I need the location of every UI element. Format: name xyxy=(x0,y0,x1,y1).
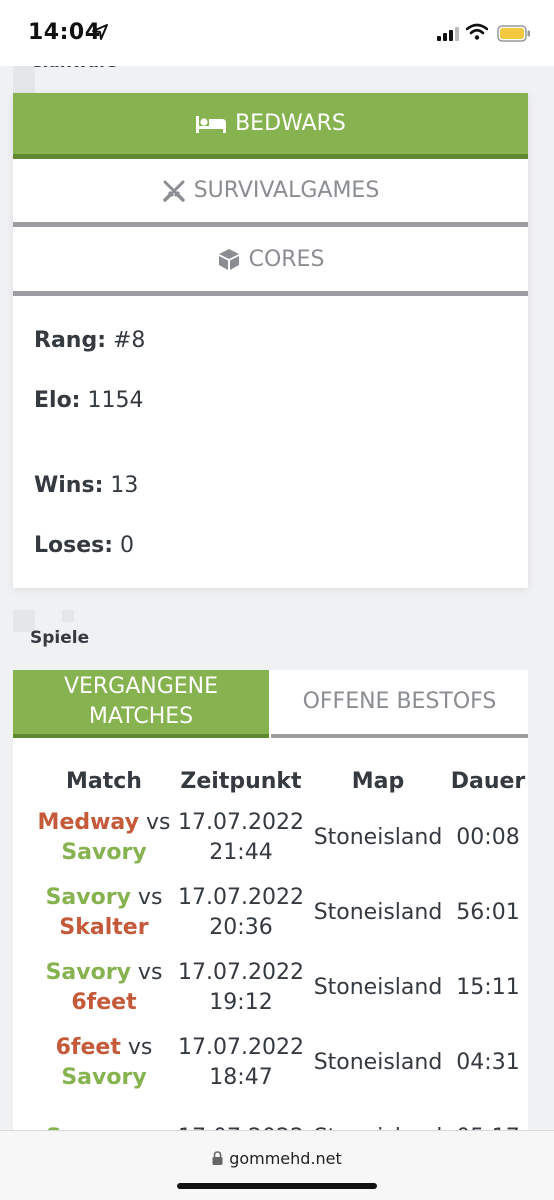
url-text: gommehd.net xyxy=(229,1149,342,1168)
team-link[interactable]: 6feet xyxy=(56,1035,121,1060)
match-date: 17.07.2022 xyxy=(178,1034,304,1060)
time-cell: 17.07.2022 19:12 xyxy=(174,950,308,1025)
stat-label: Elo: xyxy=(34,388,81,413)
status-time: 14:04 xyxy=(28,20,101,45)
match-time: 18:47 xyxy=(209,1064,273,1090)
team-link[interactable]: 6feet xyxy=(71,990,136,1015)
location-arrow-icon xyxy=(92,24,108,44)
match-time: 21:44 xyxy=(209,839,273,865)
cube-icon xyxy=(217,247,241,271)
stat-label: Loses: xyxy=(34,533,114,558)
map-cell: Stoneisland xyxy=(313,824,443,850)
match-date: 17.07.2022 xyxy=(178,884,304,910)
tab-label: CORES xyxy=(248,246,325,272)
stat-label: Rang: xyxy=(34,328,106,353)
team-link[interactable]: Savory xyxy=(46,885,131,910)
wifi-icon xyxy=(465,23,489,44)
time-cell: 17.07.2022 21:44 xyxy=(174,800,308,875)
match-date: 17.07.2022 xyxy=(178,959,304,985)
tab-survivalgames[interactable]: SURVIVALGAMES xyxy=(13,159,528,227)
column-header-time: Zeitpunkt xyxy=(180,768,302,794)
battery-icon xyxy=(497,25,531,46)
match-date: 17.07.2022 xyxy=(178,809,304,835)
team-link[interactable]: Savory xyxy=(61,1065,146,1090)
stat-wins: Wins: 13 xyxy=(34,473,138,498)
duration-cell: 15:11 xyxy=(456,974,520,1000)
matches-table: Match Zeitpunkt Map Dauer Medway vs Savor… xyxy=(34,762,528,1175)
vs-label: vs xyxy=(127,1034,153,1060)
match-cell: 6feet vs Savory xyxy=(34,1025,174,1100)
team-link[interactable]: Savory xyxy=(61,840,146,865)
tab-cores[interactable]: CORES xyxy=(13,227,528,296)
decorative-block xyxy=(62,610,74,622)
column-header-match: Match xyxy=(66,768,142,794)
home-indicator xyxy=(177,1183,377,1189)
vs-label: vs xyxy=(137,884,163,910)
map-cell: Stoneisland xyxy=(313,899,443,925)
stat-label: Wins: xyxy=(34,473,104,498)
cellular-signal-icon xyxy=(437,26,459,45)
crossed-swords-icon xyxy=(162,179,186,203)
stat-elo: Elo: 1154 xyxy=(34,388,143,413)
stat-value: 1154 xyxy=(87,388,144,413)
table-row[interactable]: 6feet vs Savory 17.07.2022 18:47 Stoneisland… xyxy=(34,1025,528,1100)
table-row[interactable]: Savory vs Skalter 17.07.2022 20:36 Stoneisla… xyxy=(34,875,528,950)
duration-cell: 56:01 xyxy=(456,899,520,925)
time-cell: 17.07.2022 20:36 xyxy=(174,875,308,950)
team-link[interactable]: Medway xyxy=(38,810,139,835)
tab-past-matches[interactable]: VERGANGENE MATCHES xyxy=(13,670,269,738)
duration-cell: 04:31 xyxy=(456,1049,520,1075)
team-link[interactable]: Skalter xyxy=(59,915,148,940)
mode-stats-card: BEDWARS SURVIVALGAMES CORES Rang: #8 Elo… xyxy=(13,93,528,588)
browser-url-bar[interactable]: gommehd.net xyxy=(0,1130,554,1200)
url-display[interactable]: gommehd.net xyxy=(0,1149,554,1169)
table-row[interactable]: Savory vs 6feet 17.07.2022 19:12 Stoneisland… xyxy=(34,950,528,1025)
time-cell: 17.07.2022 18:47 xyxy=(174,1025,308,1100)
map-cell: Stoneisland xyxy=(313,1049,443,1075)
team-link[interactable]: Savory xyxy=(46,960,131,985)
lock-icon xyxy=(212,1150,223,1169)
column-header-duration: Dauer xyxy=(450,768,526,794)
games-card: VERGANGENE MATCHES OFFENE BESTOFS Match … xyxy=(13,670,528,1200)
table-row[interactable]: Medway vs Savory 17.07.2022 21:44 Stoneislan… xyxy=(34,800,528,875)
match-cell: Savory vs Skalter xyxy=(34,875,174,950)
stat-value: #8 xyxy=(113,328,146,353)
vs-label: vs xyxy=(145,809,171,835)
match-cell: Medway vs Savory xyxy=(34,800,174,875)
tab-bedwars[interactable]: BEDWARS xyxy=(13,93,528,159)
stat-rank: Rang: #8 xyxy=(34,328,145,353)
stat-value: 0 xyxy=(120,533,135,558)
section-heading-spiele: Spiele xyxy=(30,628,90,648)
tab-label: SURVIVALGAMES xyxy=(193,178,380,203)
stat-value: 13 xyxy=(110,473,139,498)
table-header-row: Match Zeitpunkt Map Dauer xyxy=(34,762,528,800)
map-cell: Stoneisland xyxy=(313,974,443,1000)
match-time: 19:12 xyxy=(209,989,273,1015)
bed-icon xyxy=(195,114,227,134)
duration-cell: 00:08 xyxy=(456,824,520,850)
match-cell: Savory vs 6feet xyxy=(34,950,174,1025)
tab-label: BEDWARS xyxy=(235,111,346,136)
match-time: 20:36 xyxy=(209,914,273,940)
status-bar: 14:04 xyxy=(0,0,554,66)
column-header-map: Map xyxy=(351,768,405,794)
stat-loses: Loses: 0 xyxy=(34,533,134,558)
tab-open-bestofs[interactable]: OFFENE BESTOFS xyxy=(271,670,528,738)
vs-label: vs xyxy=(137,959,163,985)
